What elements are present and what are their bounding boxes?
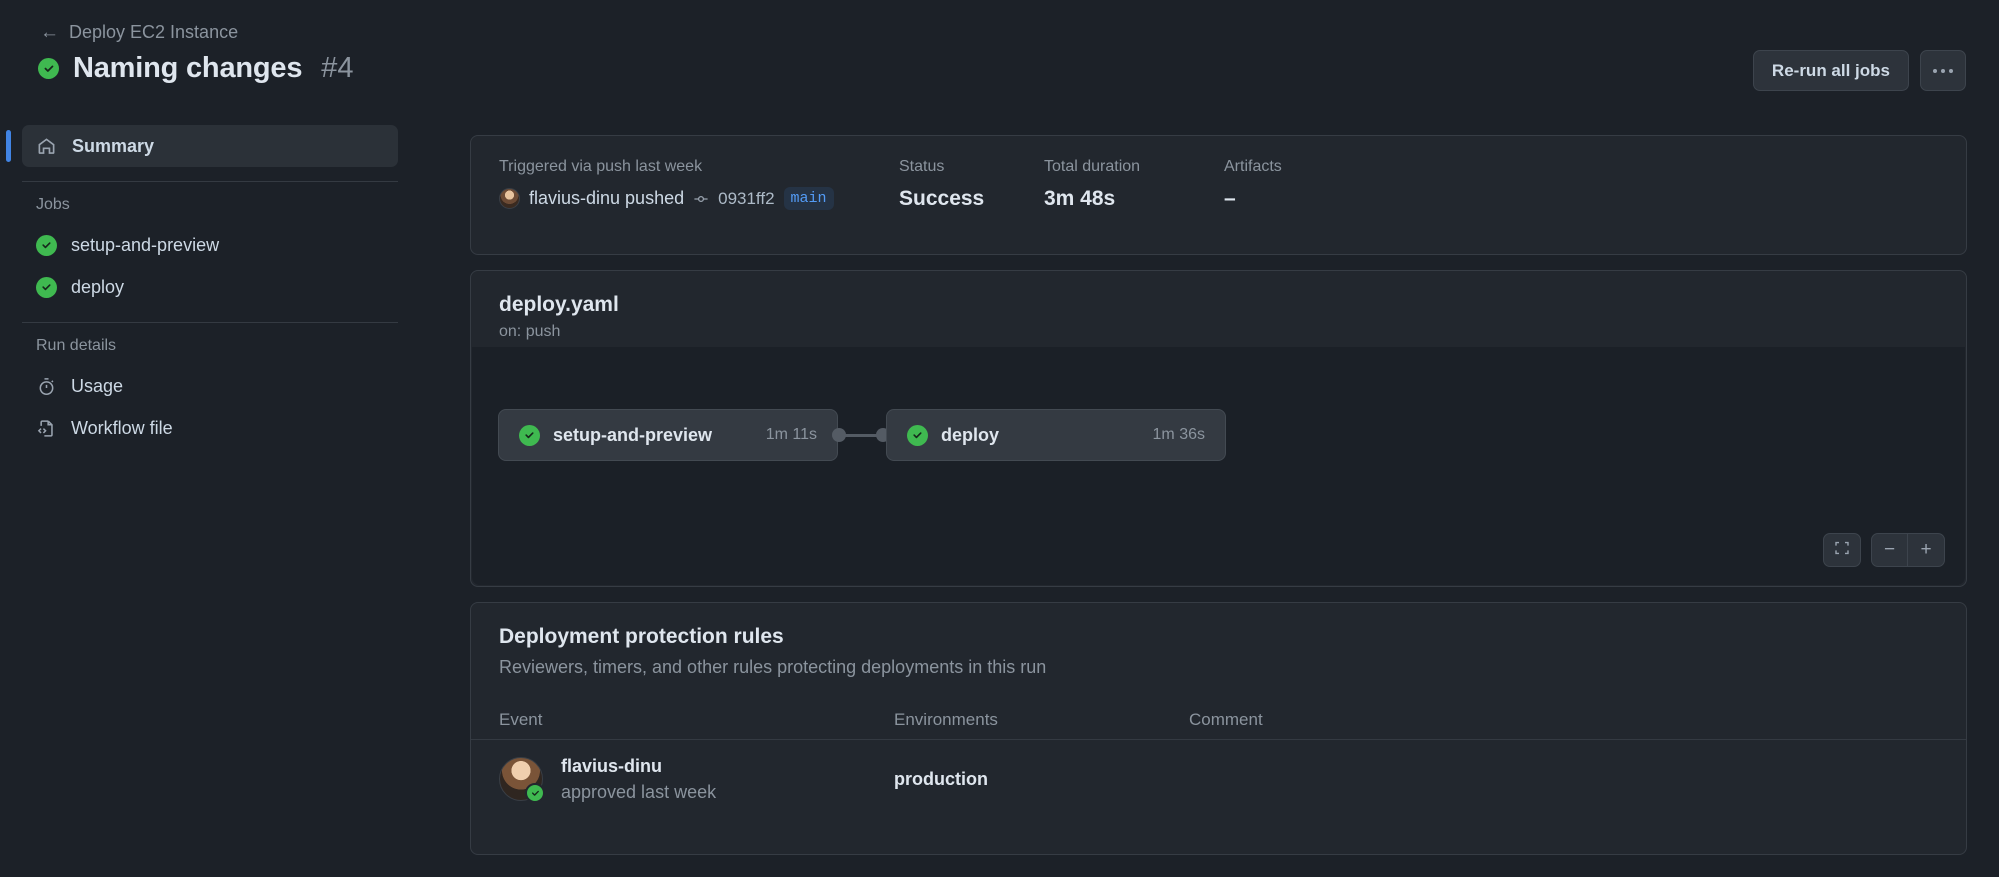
zoom-out-button[interactable]: − bbox=[1872, 534, 1908, 566]
check-circle-icon bbox=[519, 424, 540, 446]
workflow-file-name: deploy.yaml bbox=[499, 293, 619, 316]
graph-header: deploy.yaml on: push bbox=[471, 271, 1966, 341]
graph-node-label: setup-and-preview bbox=[553, 424, 713, 445]
rules-subtitle: Reviewers, timers, and other rules prote… bbox=[499, 657, 1047, 677]
kebab-horizontal-icon bbox=[1933, 68, 1953, 73]
sidebar-job-setup-and-preview[interactable]: setup-and-preview bbox=[0, 224, 420, 266]
workflow-graph-card: deploy.yaml on: push setup-and-preview 1… bbox=[470, 270, 1967, 587]
sidebar-item-summary-label: Summary bbox=[72, 135, 155, 156]
deployment-protection-rules-card: Deployment protection rules Reviewers, t… bbox=[470, 602, 1967, 855]
check-circle-icon bbox=[525, 783, 545, 803]
zoom-controls: − + bbox=[1871, 533, 1945, 567]
graph-node-duration: 1m 11s bbox=[765, 426, 817, 443]
commit-icon bbox=[693, 191, 709, 207]
breadcrumb[interactable]: ← Deploy EC2 Instance bbox=[40, 22, 238, 43]
sidebar-jobs-heading: Jobs bbox=[36, 196, 70, 213]
sidebar-job-label: setup-and-preview bbox=[71, 234, 220, 255]
rerun-all-jobs-button[interactable]: Re-run all jobs bbox=[1752, 50, 1909, 91]
trigger-label: Triggered via push last week bbox=[499, 158, 703, 175]
column-header-comment: Comment bbox=[1189, 709, 1263, 729]
zoom-in-button[interactable]: + bbox=[1908, 534, 1944, 566]
status-value: Success bbox=[899, 187, 985, 210]
run-title: Naming changes bbox=[73, 52, 303, 84]
sidebar-divider-1 bbox=[22, 181, 398, 182]
table-header-row: Event Environments Comment bbox=[471, 700, 1966, 740]
stopwatch-icon bbox=[36, 376, 57, 397]
trigger-column: Triggered via push last week flavius-din… bbox=[499, 158, 899, 211]
fit-screen-icon bbox=[1834, 540, 1850, 561]
workflow-trigger: on: push bbox=[499, 323, 561, 340]
artifacts-value: – bbox=[1224, 187, 1236, 210]
commit-sha[interactable]: 0931ff2 bbox=[718, 189, 774, 209]
reviewer-name[interactable]: flavius-dinu bbox=[561, 756, 716, 777]
more-options-button[interactable] bbox=[1920, 50, 1966, 91]
graph-controls: − + bbox=[1823, 533, 1945, 567]
graph-node-deploy[interactable]: deploy 1m 36s bbox=[886, 409, 1226, 461]
check-circle-icon bbox=[907, 424, 928, 446]
graph-node-setup-and-preview[interactable]: setup-and-preview 1m 11s bbox=[498, 409, 838, 461]
check-circle-icon bbox=[36, 276, 57, 298]
artifacts-column: Artifacts – bbox=[1224, 158, 1282, 211]
run-number: #4 bbox=[321, 52, 354, 84]
sidebar-divider-2 bbox=[22, 322, 398, 323]
fit-screen-button[interactable] bbox=[1823, 533, 1861, 567]
graph-edge bbox=[844, 434, 880, 437]
duration-value: 3m 48s bbox=[1044, 187, 1116, 210]
sidebar-item-summary[interactable]: Summary bbox=[6, 125, 398, 167]
sidebar-job-deploy[interactable]: deploy bbox=[0, 266, 420, 308]
reviewer-info: flavius-dinu approved last week bbox=[561, 756, 716, 803]
cell-event: flavius-dinu approved last week bbox=[499, 756, 894, 803]
page-title: Naming changes #4 bbox=[38, 52, 354, 85]
sidebar: Summary Jobs setup-and-preview deploy Ru… bbox=[0, 125, 420, 449]
rules-header: Deployment protection rules Reviewers, t… bbox=[471, 603, 1966, 678]
sidebar-run-details-heading: Run details bbox=[36, 337, 117, 354]
artifacts-label: Artifacts bbox=[1224, 158, 1282, 175]
graph-canvas[interactable]: setup-and-preview 1m 11s deploy 1m 36s −… bbox=[472, 347, 1965, 585]
breadcrumb-workflow-link[interactable]: Deploy EC2 Instance bbox=[69, 22, 238, 43]
avatar bbox=[499, 188, 520, 209]
cell-environments: production bbox=[894, 769, 1189, 790]
run-summary-card: Triggered via push last week flavius-din… bbox=[470, 135, 1967, 255]
reviewer-status: approved last week bbox=[561, 781, 717, 802]
home-icon bbox=[36, 136, 57, 157]
file-code-icon bbox=[36, 418, 57, 439]
column-header-event: Event bbox=[499, 709, 543, 729]
sidebar-job-label: deploy bbox=[71, 276, 125, 297]
graph-node-duration: 1m 36s bbox=[1152, 426, 1205, 443]
avatar[interactable] bbox=[499, 757, 545, 803]
rules-title: Deployment protection rules bbox=[499, 625, 784, 648]
page-header: ← Deploy EC2 Instance Naming changes #4 … bbox=[0, 0, 1999, 108]
status-column: Status Success bbox=[899, 158, 1044, 211]
check-circle-icon bbox=[36, 234, 57, 256]
workflow-run-page: ← Deploy EC2 Instance Naming changes #4 … bbox=[0, 0, 1999, 877]
sidebar-item-label: Usage bbox=[71, 375, 124, 396]
pusher-name[interactable]: flavius-dinu pushed bbox=[529, 188, 684, 209]
graph-node-label: deploy bbox=[941, 424, 1000, 445]
check-circle-icon bbox=[38, 58, 59, 79]
branch-badge[interactable]: main bbox=[783, 187, 834, 210]
commit-line: flavius-dinu pushed 0931ff2 main bbox=[499, 187, 899, 210]
arrow-left-icon[interactable]: ← bbox=[40, 23, 59, 42]
environment-name[interactable]: production bbox=[894, 769, 988, 789]
status-label: Status bbox=[899, 158, 945, 175]
duration-column: Total duration 3m 48s bbox=[1044, 158, 1224, 211]
rules-table: Event Environments Comment flavius-dinu … bbox=[471, 700, 1966, 818]
sidebar-item-workflow-file[interactable]: Workflow file bbox=[0, 407, 420, 449]
column-header-environments: Environments bbox=[894, 709, 998, 729]
sidebar-item-label: Workflow file bbox=[71, 417, 173, 438]
sidebar-item-usage[interactable]: Usage bbox=[0, 365, 420, 407]
header-actions: Re-run all jobs bbox=[1752, 50, 1966, 91]
table-row: flavius-dinu approved last week producti… bbox=[471, 740, 1966, 818]
reviewer: flavius-dinu approved last week bbox=[499, 756, 894, 803]
duration-label: Total duration bbox=[1044, 158, 1141, 175]
